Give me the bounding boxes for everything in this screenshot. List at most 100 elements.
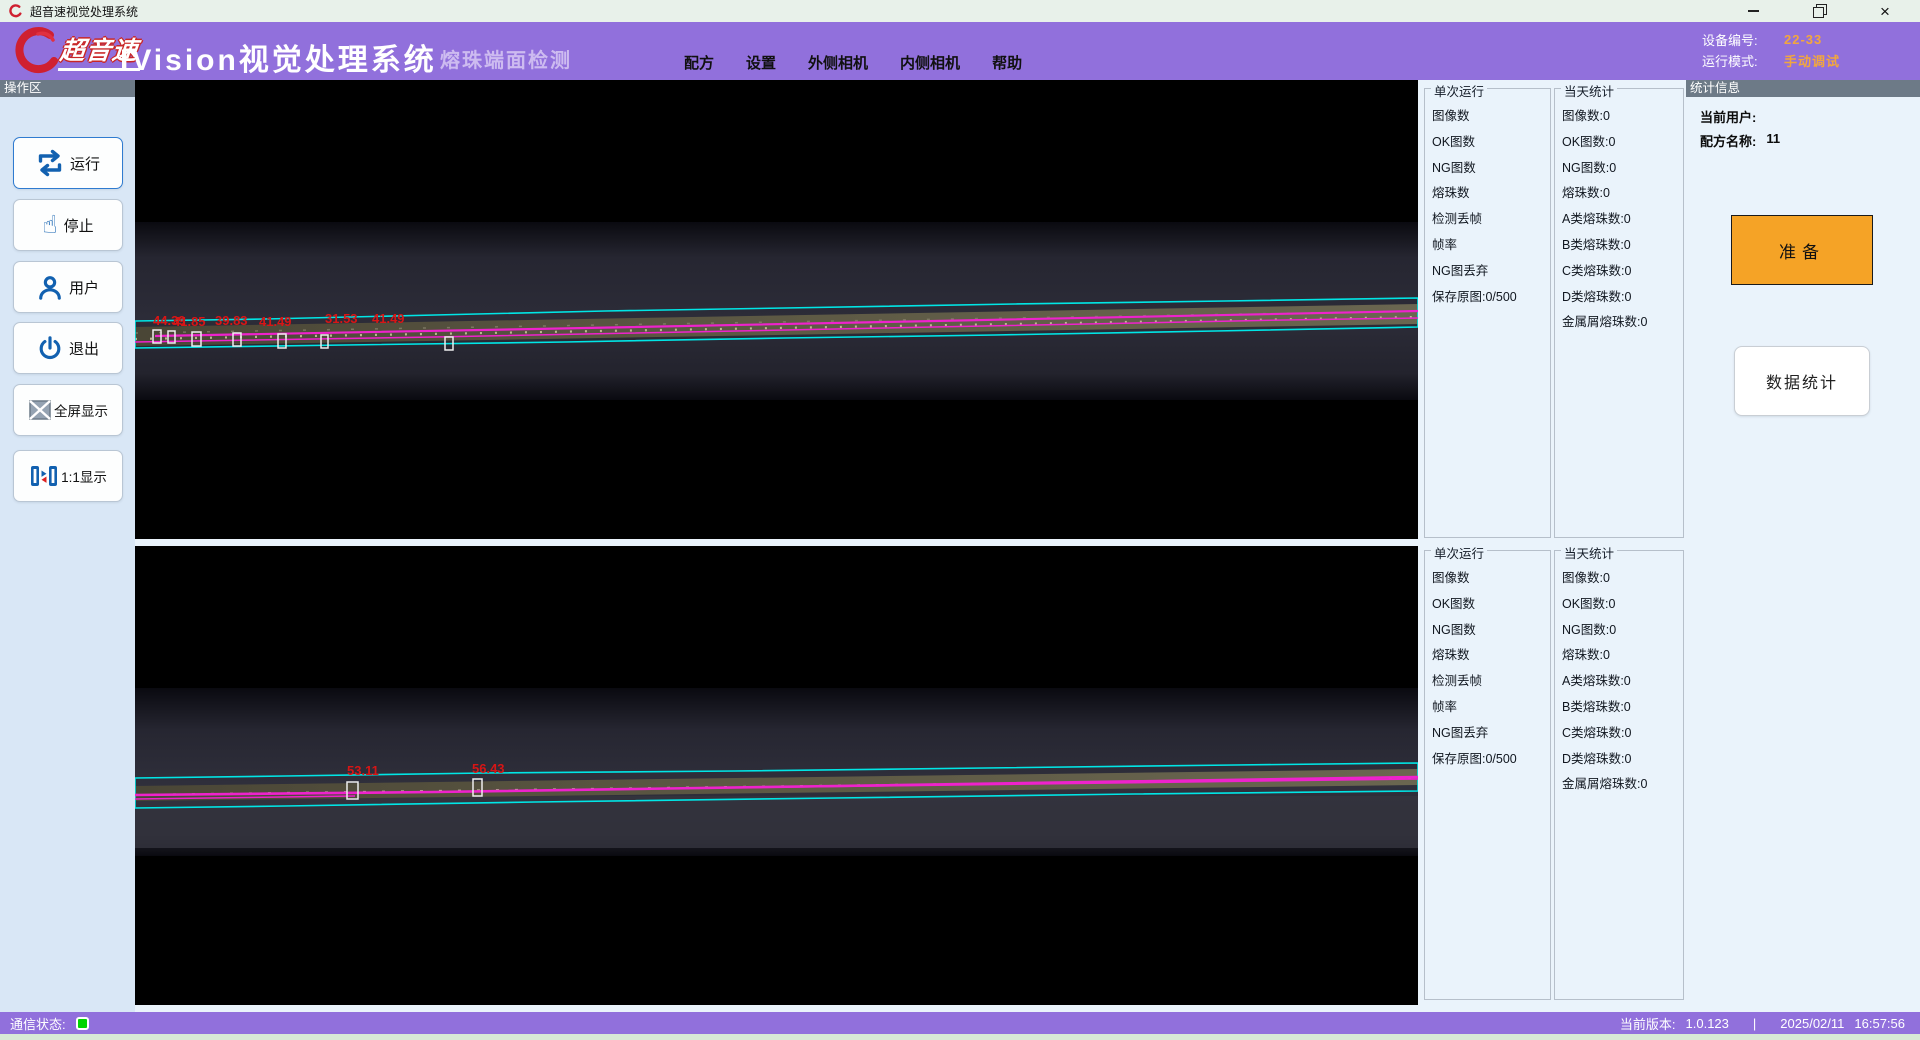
minimize-button[interactable] [1740,2,1766,20]
one-to-one-button-label: 1:1显示 [61,466,107,486]
stop-button-label: 停止 [64,215,94,236]
restore-icon [1814,6,1824,16]
menu-item-help[interactable]: 帮助 [992,52,1022,73]
menu-item-recipe[interactable]: 配方 [684,52,714,73]
user-button[interactable]: 用户 [13,261,123,313]
menu-item-inner-camera[interactable]: 内侧相机 [900,52,960,73]
one-to-one-button[interactable]: 1:1显示 [13,450,123,502]
status-time: 16:57:56 [1854,1016,1905,1031]
prepare-button[interactable]: 准备 [1731,215,1873,285]
stat-row: A类熔珠数:0 [1555,207,1683,233]
exit-button[interactable]: 退出 [13,322,123,374]
measurement-label: 39.83 [215,313,248,328]
stat-row: 检测丢帧 [1425,207,1550,233]
stat-row: NG图丢弃 [1425,721,1550,747]
status-separator: | [1753,1016,1756,1031]
stat-row: 熔珠数:0 [1555,181,1683,207]
stat-row: 检测丢帧 [1425,669,1550,695]
main-content: 操作区 运行 ☝ 停止 用户 [0,80,1920,1012]
outer-camera-image [135,80,1418,539]
single-run-stats-bottom: 单次运行 图像数 OK图数 NG图数 熔珠数 检测丢帧 帧率 NG图丢弃 保存原… [1424,550,1551,1000]
run-mode-value: 手动调试 [1784,51,1840,70]
single-run-stats-top: 单次运行 图像数 OK图数 NG图数 熔珠数 检测丢帧 帧率 NG图丢弃 保存原… [1424,88,1551,538]
stat-row: B类熔珠数:0 [1555,233,1683,259]
comm-status-label: 通信状态: [10,1014,66,1033]
daily-stats-bottom: 当天统计 图像数:0 OK图数:0 NG图数:0 熔珠数:0 A类熔珠数:0 B… [1554,550,1684,1000]
stop-button[interactable]: ☝ 停止 [13,199,123,251]
statistics-info-panel: 统计信息 当前用户: 配方名称: 11 准备 数据统计 [1686,80,1920,1012]
device-number-label: 设备编号: [1702,30,1784,49]
stat-row: NG图数 [1425,156,1550,182]
stat-row: A类熔珠数:0 [1555,669,1683,695]
run-mode-label: 运行模式: [1702,51,1784,70]
window-title: 超音速视觉处理系统 [30,3,138,20]
stat-row: 熔珠数 [1425,643,1550,669]
restore-button[interactable] [1806,2,1832,20]
version-label: 当前版本: [1620,1014,1676,1033]
app-subtitle: 熔珠端面检测 [440,44,572,73]
menu-item-outer-camera[interactable]: 外侧相机 [808,52,868,73]
stat-row: 金属屑熔珠数:0 [1555,772,1683,798]
close-button[interactable]: × [1872,2,1898,20]
stat-row: 图像数:0 [1555,566,1683,592]
stat-row: 金属屑熔珠数:0 [1555,310,1683,336]
status-bar: 通信状态: 当前版本: 1.0.123 | 2025/02/11 16:57:5… [0,1012,1920,1034]
run-button-label: 运行 [70,153,100,174]
group-title: 单次运行 [1431,543,1487,562]
user-icon [37,274,63,300]
user-button-label: 用户 [69,277,99,298]
recipe-name-value: 11 [1766,131,1780,150]
stat-row: 帧率 [1425,695,1550,721]
stat-row: C类熔珠数:0 [1555,259,1683,285]
stat-row: OK图数 [1425,130,1550,156]
fullscreen-icon [28,398,52,422]
stat-row: OK图数 [1425,592,1550,618]
device-info: 设备编号: 22-33 运行模式: 手动调试 [1702,29,1840,71]
sidebar-title: 操作区 [0,80,135,97]
measurement-label: 41.49 [372,311,405,326]
stat-row: B类熔珠数:0 [1555,695,1683,721]
window-bottom-edge [0,1034,1920,1040]
run-button[interactable]: 运行 [13,137,123,189]
main-menu: 配方 设置 外侧相机 内侧相机 帮助 [684,52,1022,73]
stat-row: OK图数:0 [1555,592,1683,618]
group-title: 当天统计 [1561,81,1617,100]
version-value: 1.0.123 [1686,1016,1729,1031]
stat-row: 帧率 [1425,233,1550,259]
outer-camera-view: 44.39 41.85 39.83 41.49 31.53 41.49 [135,80,1418,539]
stat-row: 图像数 [1425,566,1550,592]
measurement-label: 41.49 [259,314,292,329]
menu-item-settings[interactable]: 设置 [746,52,776,73]
power-icon [37,335,63,361]
device-number-value: 22-33 [1784,32,1822,47]
one-to-one-icon [29,463,59,489]
stat-row: 熔珠数:0 [1555,643,1683,669]
stop-hand-icon: ☝ [42,213,57,238]
measurement-label: 41.85 [173,314,206,329]
stat-row: D类熔珠数:0 [1555,285,1683,311]
window-titlebar: 超音速视觉处理系统 × [0,0,1920,22]
stat-row: 熔珠数 [1425,181,1550,207]
stat-row: 保存原图:0/500 [1425,747,1550,773]
stat-row: NG图数:0 [1555,618,1683,644]
fullscreen-button-label: 全屏显示 [54,400,108,420]
status-date: 2025/02/11 [1780,1016,1844,1031]
comm-status-indicator [76,1017,89,1030]
daily-stats-top: 当天统计 图像数:0 OK图数:0 NG图数:0 熔珠数:0 A类熔珠数:0 B… [1554,88,1684,538]
minimize-icon [1748,10,1759,12]
fullscreen-button[interactable]: 全屏显示 [13,384,123,436]
stat-row: 保存原图:0/500 [1425,285,1550,311]
operation-sidebar: 操作区 运行 ☝ 停止 用户 [0,80,135,1012]
app-header: 超音速 IVision视觉处理系统 熔珠端面检测 配方 设置 外侧相机 内侧相机… [0,22,1920,80]
stat-row: C类熔珠数:0 [1555,721,1683,747]
inner-camera-image [135,546,1418,1005]
run-arrows-icon [36,149,64,177]
measurement-label: 31.53 [325,311,358,326]
measurement-label: 56.43 [472,761,505,776]
stat-row: NG图数:0 [1555,156,1683,182]
stat-row: NG图丢弃 [1425,259,1550,285]
stat-row: NG图数 [1425,618,1550,644]
data-statistics-button[interactable]: 数据统计 [1734,346,1870,416]
recipe-name-label: 配方名称: [1700,131,1756,150]
app-logo-icon [8,4,23,19]
